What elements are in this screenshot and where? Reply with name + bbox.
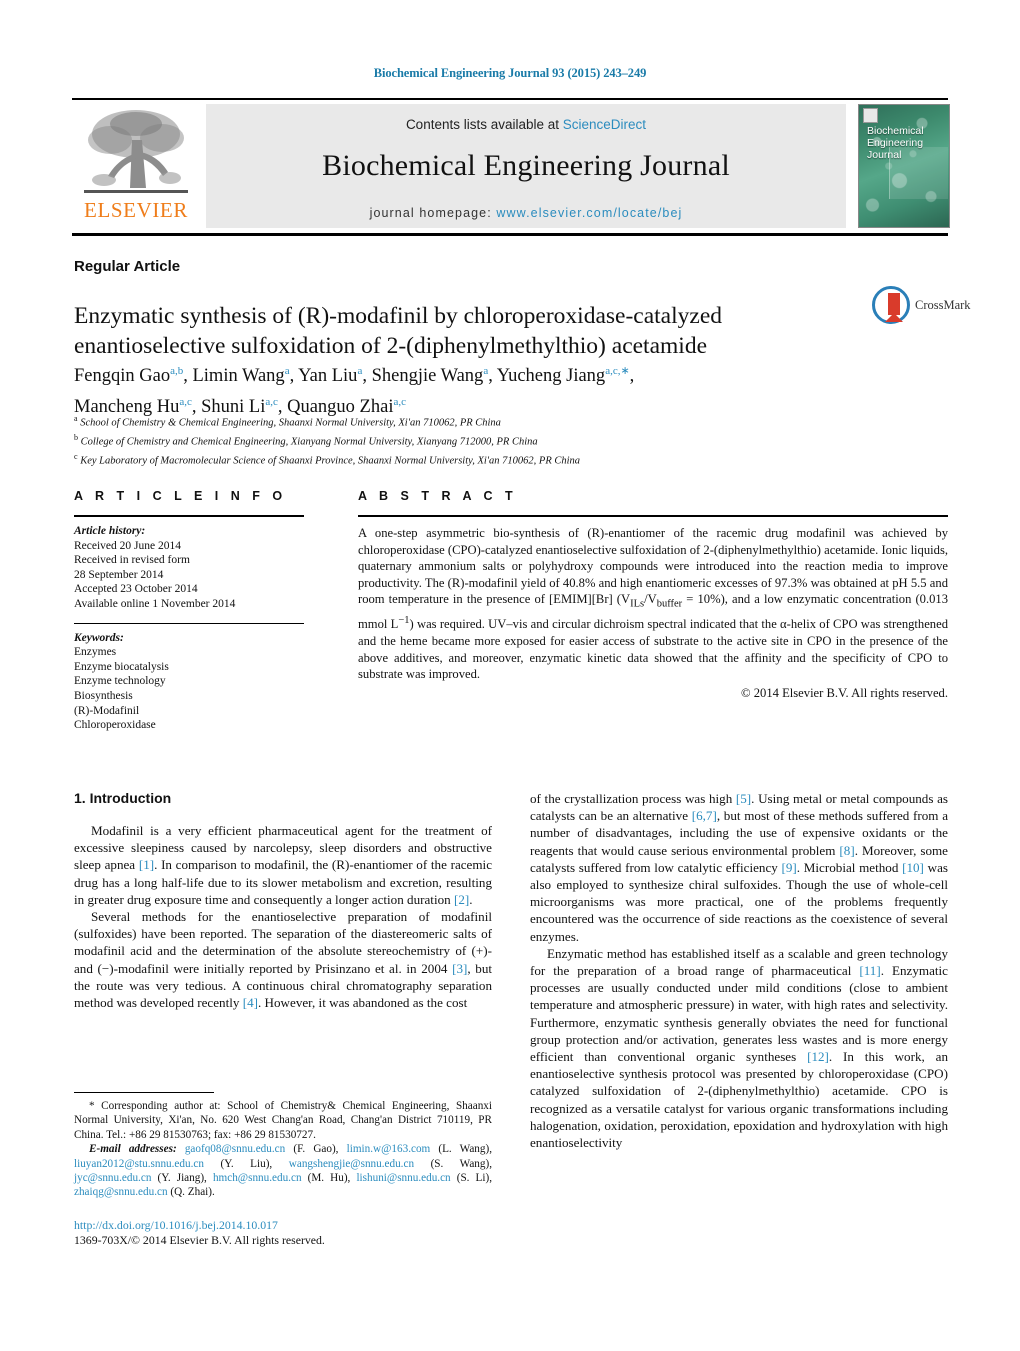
crossmark-bar-shape: [888, 293, 900, 315]
crossmark-badge[interactable]: CrossMark: [872, 286, 971, 326]
crossmark-triangle-shape: [885, 313, 903, 322]
article-info-rule: [74, 515, 304, 517]
keyword-item: (R)-Modafinil: [74, 704, 140, 717]
journal-cover-thumbnail: Biochemical Engineering Journal: [858, 104, 950, 228]
homepage-url[interactable]: www.elsevier.com/locate/bej: [496, 206, 682, 220]
affiliation-c: c Key Laboratory of Macromolecular Scien…: [74, 452, 581, 467]
cover-title-line-3: Journal: [867, 149, 902, 161]
running-head: Biochemical Engineering Journal 93 (2015…: [373, 66, 647, 80]
affiliation-a: a School of Chemistry & Chemical Enginee…: [74, 414, 501, 429]
keyword-item: Enzyme technology: [74, 675, 166, 688]
body-column-right: of the crystallization process was high …: [530, 790, 948, 1151]
sciencedirect-link[interactable]: ScienceDirect: [563, 117, 646, 132]
article-type-label: Regular Article: [74, 258, 181, 275]
history-item: Received in revised form: [74, 554, 190, 567]
page-title: Enzymatic synthesis of (R)-modafinil by …: [74, 301, 834, 361]
affiliation-b: b College of Chemistry and Chemical Engi…: [74, 433, 538, 448]
cover-title-line-2: Engineering: [867, 137, 924, 149]
journal-title: Biochemical Engineering Journal: [322, 149, 730, 182]
abstract-text: A one-step asymmetric bio-synthesis of (…: [358, 526, 948, 682]
title-line-2: enantioselective sulfoxidation of 2-(dip…: [74, 332, 707, 359]
email-addresses-label: E-mail addresses:: [89, 1143, 177, 1156]
keyword-item: Enzyme biocatalysis: [74, 660, 169, 673]
body-column-left: 1. Introduction Modafinil is a very effi…: [74, 790, 492, 1011]
journal-homepage-line: journal homepage: www.elsevier.com/locat…: [206, 206, 846, 220]
history-item: Received 20 June 2014: [74, 539, 181, 552]
paragraph: Modafinil is a very efficient pharmaceut…: [74, 823, 493, 907]
doi-and-issn-block: http://dx.doi.org/10.1016/j.bej.2014.10.…: [74, 1218, 492, 1248]
masthead-contents-box: Contents lists available at ScienceDirec…: [206, 104, 846, 228]
paragraph: of the crystallization process was high …: [530, 791, 949, 944]
masthead-top-rule: [72, 98, 948, 100]
abstract-rule: [358, 515, 948, 517]
affiliation-list: a School of Chemistry & Chemical Enginee…: [74, 412, 894, 469]
crossmark-label: CrossMark: [915, 298, 971, 312]
corresponding-author-note: * Corresponding author at: School of Che…: [74, 1100, 492, 1141]
article-info-heading: A R T I C L E I N F O: [74, 489, 287, 503]
history-item: Available online 1 November 2014: [74, 597, 236, 610]
issn-copyright-line: 1369-703X/© 2014 Elsevier B.V. All right…: [74, 1233, 325, 1247]
footnote-block: * Corresponding author at: School of Che…: [74, 1099, 492, 1200]
cover-title: Biochemical Engineering Journal: [867, 125, 924, 161]
abstract-column: A B S T R A C T A one-step asymmetric bi…: [358, 489, 948, 701]
article-history-label: Article history:: [74, 525, 146, 537]
keywords-rule: [74, 622, 304, 624]
contents-prefix: Contents lists available at: [405, 117, 563, 132]
article-history-block: Article history: Received 20 June 2014 R…: [74, 524, 304, 612]
article-info-column: A R T I C L E I N F O Article history: R…: [74, 489, 304, 733]
history-item: 28 September 2014: [74, 568, 164, 581]
elsevier-logo: ELSEVIER: [74, 104, 198, 228]
keyword-item: Enzymes: [74, 646, 117, 659]
cover-title-line-1: Biochemical: [867, 125, 924, 137]
author-list: Fengqin Gaoa,b, Limin Wanga, Yan Liua, S…: [74, 358, 894, 420]
keywords-label: Keywords:: [74, 631, 124, 644]
crossmark-icon: [872, 286, 910, 324]
cover-elsevier-badge-icon: [863, 108, 878, 123]
history-item: Accepted 23 October 2014: [74, 583, 198, 596]
author-line-1: Fengqin Gaoa,b, Limin Wanga, Yan Liua, S…: [74, 365, 635, 387]
abstract-heading: A B S T R A C T: [358, 489, 518, 503]
doi-link[interactable]: http://dx.doi.org/10.1016/j.bej.2014.10.…: [74, 1218, 492, 1233]
homepage-label: journal homepage:: [369, 206, 492, 220]
keyword-item: Chloroperoxidase: [74, 719, 156, 732]
section-heading-introduction: 1. Introduction: [74, 790, 172, 806]
keyword-item: Biosynthesis: [74, 689, 133, 702]
elsevier-wordmark: ELSEVIER: [84, 198, 188, 222]
paragraph: Several methods for the enantioselective…: [74, 909, 493, 1011]
elsevier-tree-icon: [74, 104, 198, 200]
keywords-block: Keywords: Enzymes Enzyme biocatalysis En…: [74, 631, 304, 733]
email-addresses-note: E-mail addresses: gaofq08@snnu.edu.cn (F…: [74, 1142, 492, 1200]
title-line-1: Enzymatic synthesis of (R)-modafinil by …: [74, 302, 722, 329]
abstract-copyright: © 2014 Elsevier B.V. All rights reserved…: [741, 686, 948, 701]
contents-available-line: Contents lists available at ScienceDirec…: [206, 104, 846, 132]
paragraph: Enzymatic method has established itself …: [530, 945, 948, 1151]
masthead-bottom-rule: [72, 233, 948, 236]
footnote-separator-rule: [74, 1092, 214, 1093]
journal-article-page: Biochemical Engineering Journal 93 (2015…: [0, 0, 1020, 1351]
